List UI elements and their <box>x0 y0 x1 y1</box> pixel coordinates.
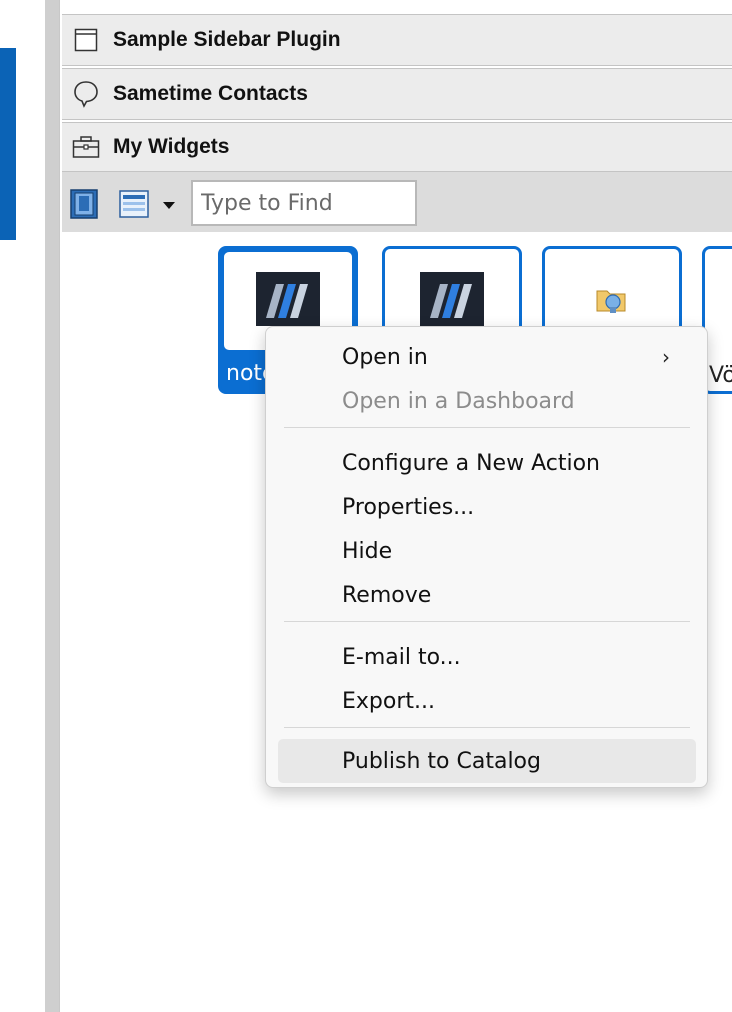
menu-item-label: Publish to Catalog <box>342 748 541 774</box>
menu-item-publish-to-catalog[interactable]: Publish to Catalog <box>278 739 696 783</box>
chevron-down-icon[interactable] <box>163 202 175 209</box>
context-menu: Open in › Open in a Dashboard Configure … <box>265 326 708 788</box>
section-title: Sametime Contacts <box>113 82 308 105</box>
menu-item-email-to[interactable]: E-mail to... <box>278 635 696 679</box>
menu-item-label: Open in <box>342 344 428 370</box>
window-icon <box>71 28 101 52</box>
menu-separator <box>284 427 690 428</box>
menu-item-configure-new-action[interactable]: Configure a New Action <box>278 441 696 485</box>
menu-separator <box>284 621 690 622</box>
chat-bubble-icon <box>71 80 101 108</box>
left-panel-accent <box>0 48 16 240</box>
menu-item-label: Remove <box>342 582 432 608</box>
menu-item-remove[interactable]: Remove <box>278 573 696 617</box>
menu-item-label: E-mail to... <box>342 644 461 670</box>
menu-item-properties[interactable]: Properties... <box>278 485 696 529</box>
menu-item-open-in-dashboard: Open in a Dashboard <box>278 379 696 423</box>
section-header-sample-sidebar-plugin[interactable]: Sample Sidebar Plugin <box>62 14 732 66</box>
widgets-toolbar <box>62 172 732 232</box>
panel-splitter[interactable] <box>45 0 59 1012</box>
section-title: Sample Sidebar Plugin <box>113 28 341 51</box>
menu-item-export[interactable]: Export... <box>278 679 696 723</box>
widget-label: Vö <box>709 363 732 388</box>
menu-item-label: Properties... <box>342 494 475 520</box>
notes-app-icon <box>256 271 320 331</box>
menu-item-open-in[interactable]: Open in › <box>278 335 696 379</box>
briefcase-icon <box>71 135 101 159</box>
sidebar-view-icon[interactable] <box>70 189 98 219</box>
menu-item-hide[interactable]: Hide <box>278 529 696 573</box>
menu-separator <box>284 727 690 728</box>
chevron-right-icon: › <box>662 345 670 369</box>
plugin-folder-icon <box>595 283 629 320</box>
list-view-icon[interactable] <box>119 190 149 218</box>
notes-app-icon <box>420 271 484 331</box>
section-title: My Widgets <box>113 135 230 158</box>
menu-item-label: Configure a New Action <box>342 450 600 476</box>
left-panel <box>0 0 45 1012</box>
menu-item-label: Export... <box>342 688 435 714</box>
search-input[interactable] <box>191 180 417 226</box>
section-header-my-widgets[interactable]: My Widgets <box>62 122 732 172</box>
section-header-sametime-contacts[interactable]: Sametime Contacts <box>62 68 732 120</box>
menu-item-label: Open in a Dashboard <box>342 388 575 414</box>
menu-item-label: Hide <box>342 538 393 564</box>
